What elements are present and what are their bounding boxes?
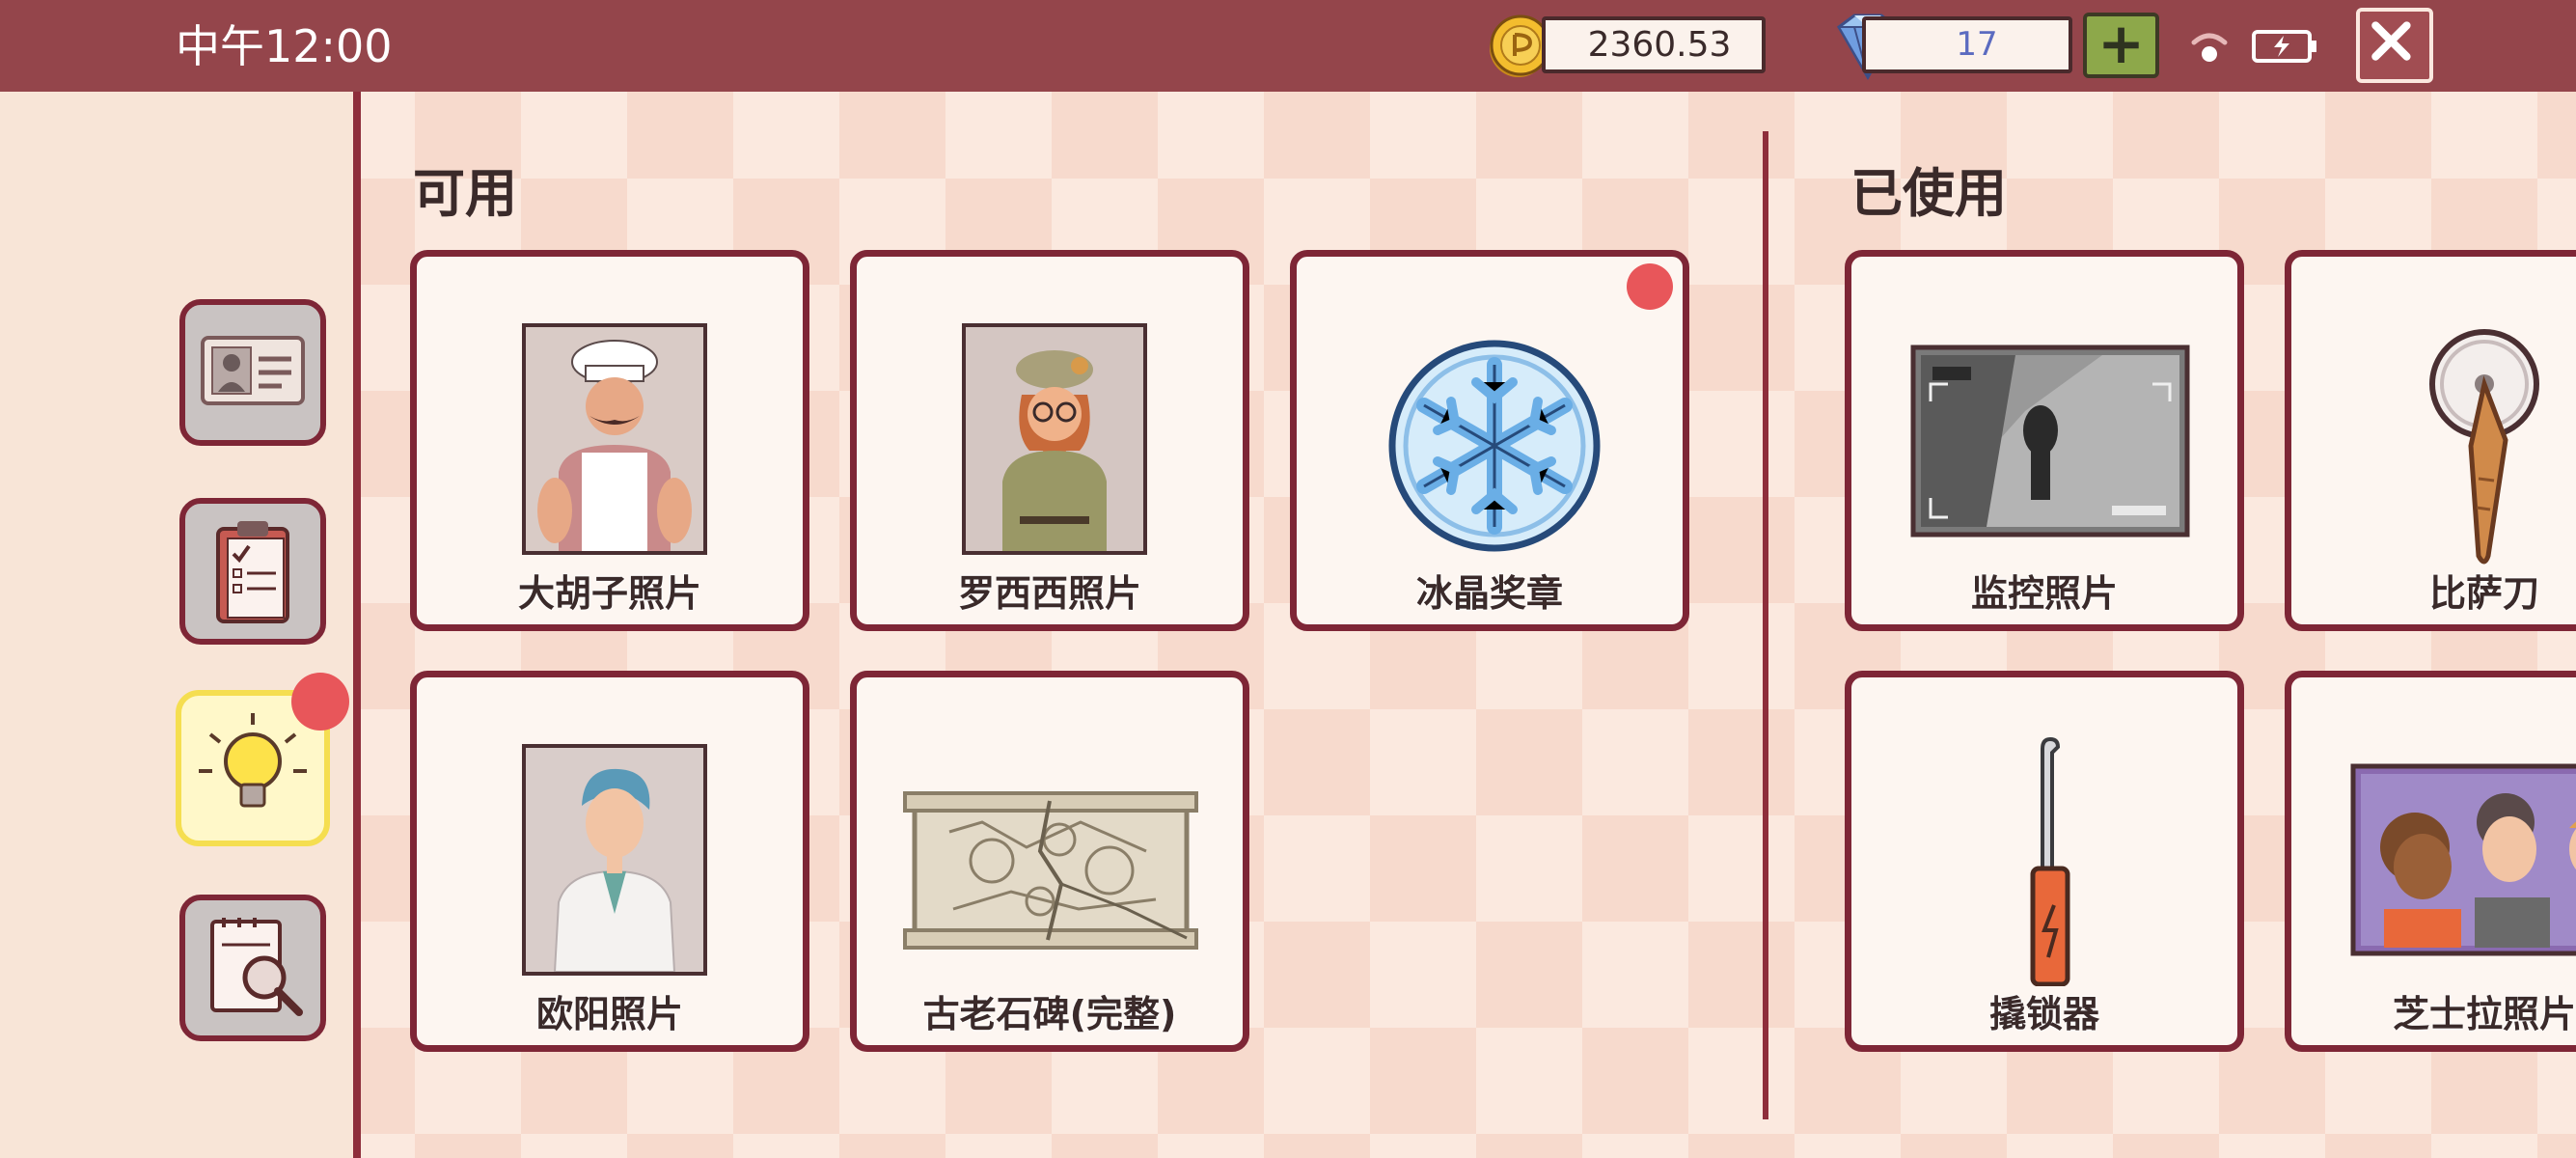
item-label: 欧阳照片 <box>535 993 683 1035</box>
available-section-title: 可用 <box>413 163 517 224</box>
doctor-photo-icon <box>522 744 707 976</box>
item-label: 监控照片 <box>1970 572 2118 615</box>
snowflake-medal-icon <box>1388 340 1601 552</box>
section-divider <box>1763 131 1768 1119</box>
sidebar-item-investigation[interactable] <box>179 895 326 1041</box>
item-card-group-photo[interactable]: 芝士拉照片 <box>2285 671 2576 1052</box>
wifi-icon <box>2191 33 2228 62</box>
gem-counter: 17 <box>1862 16 2072 73</box>
item-label: 比萨刀 <box>2428 572 2539 615</box>
game-clock: 中午12:00 <box>176 20 393 72</box>
item-card-surveillance-photo[interactable]: 监控照片 <box>1845 250 2244 631</box>
girl-photo-icon <box>962 323 1147 555</box>
item-label: 冰晶奖章 <box>1415 572 1563 615</box>
battery-icon <box>2252 30 2316 63</box>
clipboard-checklist-icon <box>216 521 289 623</box>
item-card-lockpick[interactable]: 撬锁器 <box>1845 671 2244 1052</box>
notification-dot <box>291 673 349 731</box>
item-label: 古老石碑(完整) <box>922 993 1177 1035</box>
item-card-girl-photo[interactable]: 罗西西照片 <box>850 250 1249 631</box>
group-photo-icon <box>2350 763 2576 956</box>
item-card-stone-tablet[interactable]: 古老石碑(完整) <box>850 671 1249 1052</box>
item-label: 芝士拉照片 <box>2392 993 2576 1035</box>
sidebar-divider <box>353 92 361 1158</box>
item-card-doctor-photo[interactable]: 欧阳照片 <box>410 671 809 1052</box>
used-section-title: 已使用 <box>1850 163 2007 224</box>
stone-tablet-icon <box>903 791 1198 950</box>
close-button[interactable] <box>2356 8 2433 83</box>
item-card-chef-photo[interactable]: 大胡子照片 <box>410 250 809 631</box>
surveillance-photo-icon <box>1910 345 2190 538</box>
id-card-icon <box>201 336 305 405</box>
item-label: 撬锁器 <box>1988 993 2099 1035</box>
item-card-pizza-cutter[interactable]: 比萨刀 <box>2285 250 2576 631</box>
sidebar-item-profile[interactable] <box>179 299 326 446</box>
coin-counter: 2360.53 <box>1542 16 1766 73</box>
pizza-cutter-icon <box>2429 329 2539 565</box>
notebook-magnifier-icon <box>210 918 303 1016</box>
item-label: 罗西西照片 <box>957 572 1141 615</box>
item-label: 大胡子照片 <box>517 572 701 615</box>
sidebar-item-tasks[interactable] <box>179 498 326 645</box>
lockpick-icon <box>2030 736 2070 986</box>
add-gems-button[interactable]: + <box>2083 13 2159 78</box>
chef-photo-icon <box>522 323 707 555</box>
close-icon <box>2371 21 2411 61</box>
notification-dot <box>1627 263 1673 310</box>
item-card-snowflake-medal[interactable]: 冰晶奖章 <box>1290 250 1689 631</box>
